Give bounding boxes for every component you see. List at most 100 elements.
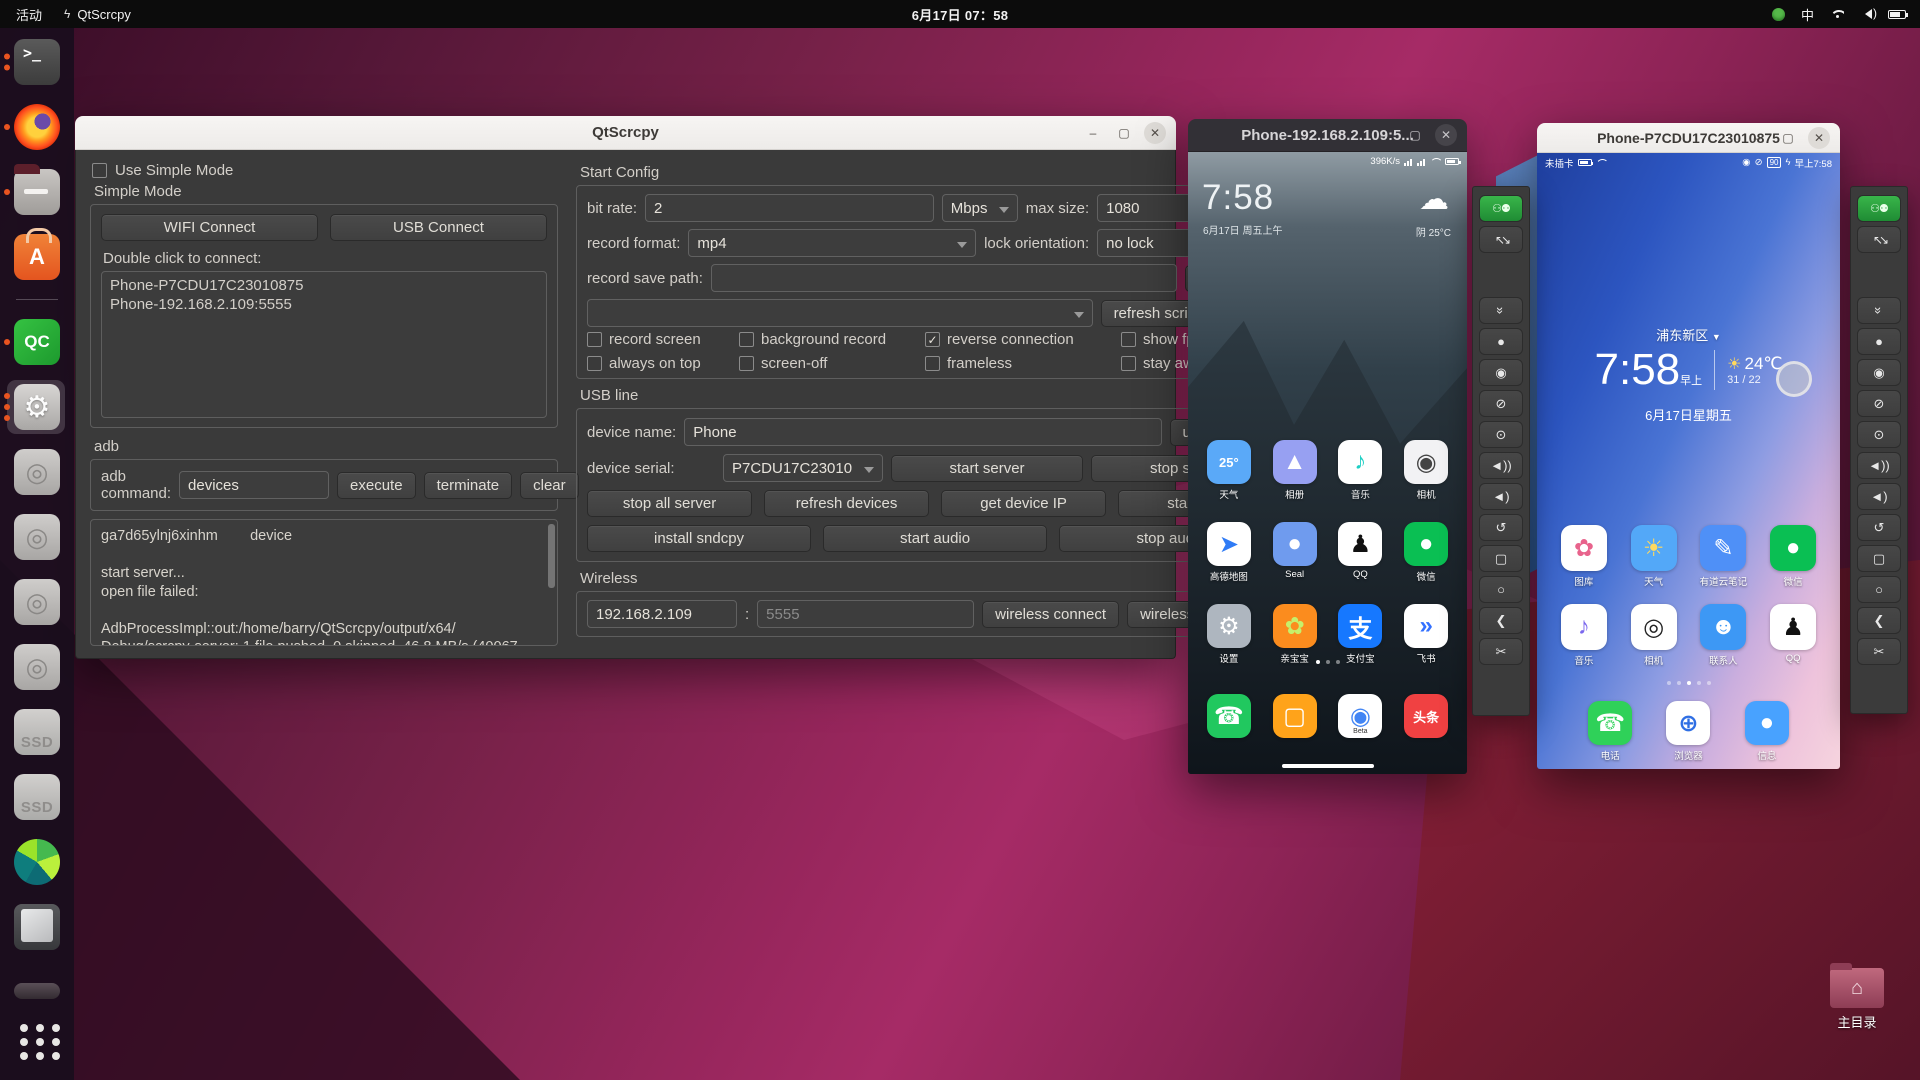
app-天气[interactable]: 25° 天气 <box>1196 440 1262 501</box>
app-Seal[interactable]: ● Seal <box>1262 522 1328 583</box>
minimize-button[interactable]: – <box>1746 127 1768 149</box>
script-dropdown[interactable] <box>587 299 1093 327</box>
dock-item-disk-1[interactable]: ◎ <box>8 449 66 495</box>
device-name-input[interactable] <box>684 418 1162 446</box>
app-browser-app[interactable]: ⊕ 浏览器 <box>1649 701 1727 762</box>
app-亲宝宝[interactable]: ✿ 亲宝宝 <box>1262 604 1328 665</box>
dock-item-files[interactable] <box>4 164 66 215</box>
app-相机[interactable]: ◎ 相机 <box>1619 604 1689 667</box>
wireless-ip-input[interactable] <box>587 600 737 628</box>
checkbox[interactable] <box>587 332 602 347</box>
dock-item-ubuntu-software[interactable]: A <box>8 228 66 280</box>
dock-item-show-applications[interactable] <box>8 1018 66 1064</box>
app-联系人[interactable]: ☻ 联系人 <box>1689 604 1759 667</box>
screen-on-button[interactable]: ◉ <box>1479 359 1523 386</box>
start-audio-button[interactable]: start audio <box>823 525 1048 552</box>
get-device-IP-button[interactable]: get device IP <box>941 490 1107 517</box>
app-switch-button[interactable]: ▢ <box>1857 545 1901 572</box>
phone2-titlebar[interactable]: Phone-P7CDU17C23010875 – ▢ ✕ <box>1537 123 1840 153</box>
ime-language[interactable]: 中 <box>1801 5 1814 24</box>
close-button[interactable]: ✕ <box>1435 124 1457 146</box>
record-format-dropdown[interactable]: mp4 <box>688 229 977 257</box>
phone2-screen[interactable]: 未插卡 ◉ ⊘ 90 ϟ 早上7:58 浦东新区 ▼ 7:58早上 ☀ 24℃ 3… <box>1537 153 1840 769</box>
screenshot-button[interactable]: ● <box>1857 328 1901 355</box>
dock-item-disk-2[interactable]: ◎ <box>8 514 66 560</box>
app-messages-app[interactable]: ● 信息 <box>1728 701 1806 762</box>
app-支付宝[interactable]: 支支付宝 <box>1328 604 1394 665</box>
dock-item-usb-drive[interactable] <box>8 969 66 999</box>
home-button[interactable]: ○ <box>1857 576 1901 603</box>
app-设置[interactable]: ⚙ 设置 <box>1196 604 1262 665</box>
dock-item-terminal[interactable]: >_ <box>4 39 66 85</box>
checkbox[interactable] <box>739 332 754 347</box>
checkbox[interactable] <box>925 356 940 371</box>
rotate-screen-button[interactable]: ↺ <box>1479 514 1523 541</box>
app-QQ[interactable]: ♟ QQ <box>1758 604 1828 667</box>
home-button[interactable]: ○ <box>1479 576 1523 603</box>
focused-app-menu[interactable]: ϟ QtScrcpy <box>64 7 131 22</box>
app-有道云笔记[interactable]: ✎ 有道云笔记 <box>1689 525 1759 588</box>
assistive-ball[interactable] <box>1776 361 1812 397</box>
screen-shot-clip-button[interactable]: ✂ <box>1857 638 1901 665</box>
dock-item-ssd-1[interactable]: SSD <box>8 709 66 755</box>
maximize-button[interactable]: ▢ <box>1113 122 1135 144</box>
power-button[interactable]: ⊙ <box>1479 421 1523 448</box>
app-高德地图[interactable]: ➤ 高德地图 <box>1196 522 1262 583</box>
wireless-port-input[interactable] <box>757 600 975 628</box>
ime-indicator-icon[interactable] <box>1771 7 1785 21</box>
checkbox-screen-off[interactable]: screen-off <box>739 355 925 372</box>
maximize-button[interactable]: ▢ <box>1777 127 1799 149</box>
checkbox-record-screen[interactable]: record screen <box>587 331 739 348</box>
fullscreen-button[interactable]: ↖↘ <box>1479 226 1523 253</box>
rotate-screen-button[interactable]: ↺ <box>1857 514 1901 541</box>
home-indicator[interactable] <box>1281 764 1374 768</box>
app-音乐[interactable]: ♪ 音乐 <box>1328 440 1394 501</box>
wifi-connect-button[interactable]: WIFI Connect <box>101 214 318 241</box>
screenshot-button[interactable]: ● <box>1479 328 1523 355</box>
qtscrcpy-titlebar[interactable]: QtScrcpy – ▢ ✕ <box>75 116 1176 150</box>
power-button[interactable]: ⊙ <box>1857 421 1901 448</box>
screen-off-button[interactable]: ⊘ <box>1479 390 1523 417</box>
dock-item-settings[interactable]: ⚙ <box>4 380 66 434</box>
log-scrollbar[interactable] <box>548 524 555 588</box>
close-button[interactable]: ✕ <box>1144 121 1166 144</box>
volume-icon[interactable] <box>1860 6 1877 20</box>
app-天气[interactable]: ☀ 天气 <box>1619 525 1689 588</box>
app-toutiao[interactable]: 头条 <box>1393 694 1459 738</box>
app-飞书[interactable]: » 飞书 <box>1393 604 1459 665</box>
activities-button[interactable]: 活动 <box>16 5 42 24</box>
checkbox[interactable] <box>739 356 754 371</box>
volume-up-button[interactable]: ◄)) <box>1479 452 1523 479</box>
app-音乐[interactable]: ♪ 音乐 <box>1549 604 1619 667</box>
back-button[interactable]: ❮ <box>1857 607 1901 634</box>
dock-item-disk-3[interactable]: ◎ <box>8 579 66 625</box>
start-server-button[interactable]: start server <box>891 454 1084 482</box>
terminate-button[interactable]: terminate <box>423 471 513 499</box>
checkbox-frameless[interactable]: frameless <box>925 355 1121 372</box>
dock-item-ssd-2[interactable]: SSD <box>8 774 66 820</box>
volume-up-button[interactable]: ◄)) <box>1857 452 1901 479</box>
stop-all-server-button[interactable]: stop all server <box>587 490 753 517</box>
checkbox[interactable] <box>925 332 940 347</box>
bit-rate-input[interactable] <box>645 194 934 222</box>
dock-item-tablet-device[interactable] <box>8 904 66 950</box>
device-list-item[interactable]: Phone-192.168.2.109:5555 <box>110 295 538 314</box>
screen-off-button[interactable]: ⊘ <box>1857 390 1901 417</box>
qtscrcpy-panel-button[interactable]: ⚇⚉ <box>1857 195 1901 222</box>
adb-log-output[interactable]: ga7d65ylnj6xinhm device start server... … <box>90 519 558 646</box>
back-button[interactable]: ❮ <box>1479 607 1523 634</box>
wireless-connect-button[interactable]: wireless connect <box>982 600 1120 628</box>
app-messages-app[interactable]: ▢ <box>1262 694 1328 738</box>
checkbox-reverse-connection[interactable]: reverse connection <box>925 331 1121 348</box>
fullscreen-button[interactable]: ↖↘ <box>1857 226 1901 253</box>
app-相册[interactable]: ▲ 相册 <box>1262 440 1328 501</box>
home-folder-desktop-icon[interactable]: ⌂ 主目录 <box>1822 963 1892 1031</box>
usb-connect-button[interactable]: USB Connect <box>330 214 547 241</box>
app-微信[interactable]: ● 微信 <box>1393 522 1459 583</box>
app-QQ[interactable]: ♟ QQ <box>1328 522 1394 583</box>
dock-item-firefox[interactable] <box>4 104 66 150</box>
app-相机[interactable]: ◉ 相机 <box>1393 440 1459 501</box>
screen-shot-clip-button[interactable]: ✂ <box>1479 638 1523 665</box>
app-phone-app[interactable]: ☎ <box>1196 694 1262 738</box>
device-serial-dropdown[interactable]: P7CDU17C23010 <box>723 454 883 482</box>
